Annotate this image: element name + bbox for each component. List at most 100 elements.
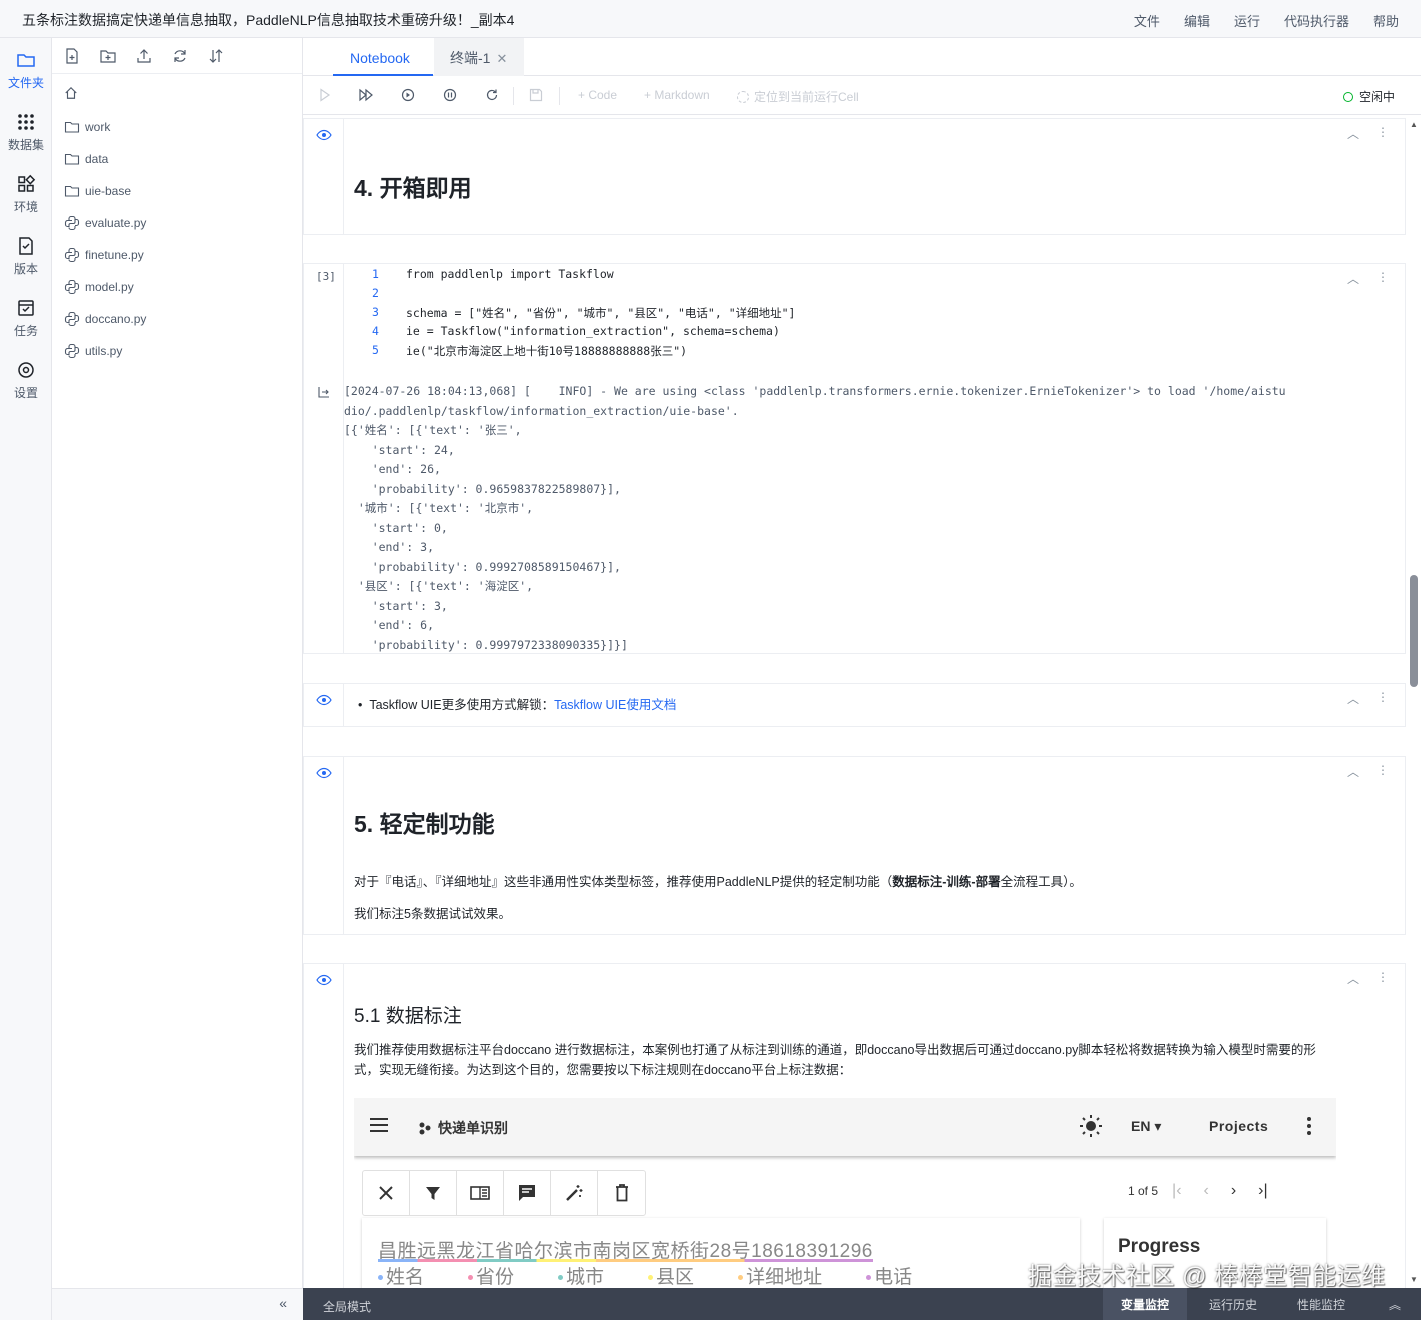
sort-icon[interactable] [208, 48, 224, 64]
scroll-down-icon[interactable]: ▼ [1410, 1275, 1418, 1284]
new-folder-icon[interactable] [100, 48, 116, 64]
execution-count: [3] [316, 270, 336, 283]
new-file-icon[interactable] [64, 48, 80, 64]
menu-run[interactable]: 运行 [1234, 11, 1260, 30]
tab-performance-monitor[interactable]: 性能监控 [1279, 1288, 1363, 1320]
docs-link[interactable]: Taskflow UIE使用文档 [554, 698, 676, 712]
menu-file[interactable]: 文件 [1134, 11, 1160, 30]
tab-terminal[interactable]: 终端-1 ✕ [434, 38, 524, 76]
collapse-panel-icon[interactable]: « [279, 1295, 287, 1311]
tab-label: Notebook [350, 50, 410, 66]
tab-variable-monitor[interactable]: 变量监控 [1103, 1288, 1188, 1320]
interrupt-icon[interactable] [443, 88, 457, 102]
comment-icon [504, 1171, 551, 1215]
section-heading: 4. 开箱即用 [354, 175, 472, 201]
annotation-card: 昌胜远黑龙江省哈尔滨市南岗区宽桥街28号18618391296 姓名 省份 城市 县区… [362, 1218, 1080, 1288]
output-line: 'end': 3, [344, 540, 435, 554]
collapse-icon[interactable]: ︿ [1347, 763, 1359, 780]
eye-icon[interactable] [316, 694, 332, 706]
notebook-scrollbar[interactable]: ▲ ▼ [1407, 116, 1421, 1288]
code-line: ie("北京市海淀区上地十街10号18888888888张三") [406, 344, 688, 358]
settings-icon [18, 362, 34, 378]
menu-kernel[interactable]: 代码执行器 [1284, 11, 1349, 30]
home-icon[interactable] [64, 86, 78, 100]
menu-help[interactable]: 帮助 [1373, 11, 1399, 30]
file-item-python[interactable]: utils.py [64, 341, 122, 361]
output-line: 'end': 26, [344, 462, 441, 476]
collapse-icon[interactable]: ︿ [1347, 125, 1359, 142]
file-item-python[interactable]: finetune.py [64, 245, 144, 265]
tab-notebook[interactable]: Notebook [333, 38, 433, 76]
save-icon[interactable] [529, 88, 543, 102]
close-icon[interactable]: ✕ [496, 51, 507, 66]
line-number: 1 [372, 267, 379, 281]
file-item-folder[interactable]: data [64, 149, 108, 169]
run-all-icon[interactable] [359, 88, 373, 102]
collapse-icon[interactable]: ︿ [1347, 970, 1359, 987]
file-item-folder[interactable]: uie-base [64, 181, 131, 201]
scrollbar-thumb[interactable] [1410, 575, 1418, 687]
locate-running-cell-button[interactable]: 定位到当前运行Cell [737, 88, 859, 105]
more-icon[interactable]: ⋮ [1377, 125, 1389, 142]
menu-edit[interactable]: 编辑 [1184, 11, 1210, 30]
toolbar-divider [513, 87, 514, 105]
file-explorer: work data uie-base evaluate.py finetune.… [52, 38, 303, 1288]
activity-folder[interactable]: 文件夹 [0, 50, 52, 91]
cell-controls: ︿ ⋮ [1347, 763, 1389, 780]
eye-icon[interactable] [316, 129, 332, 141]
add-markdown-button[interactable]: + Markdown [644, 88, 710, 102]
section-heading: 5. 轻定制功能 [354, 811, 495, 837]
run-cell-icon[interactable] [319, 88, 331, 102]
more-icon[interactable]: ⋮ [1377, 970, 1389, 987]
collapse-icon[interactable]: ︿ [1347, 270, 1359, 287]
code-cell[interactable]: [3] ︿ ⋮ 1 from paddlenlp import Taskflow 2 3… [303, 263, 1406, 654]
activity-dataset[interactable]: 数据集 [0, 112, 52, 153]
eye-icon[interactable] [316, 767, 332, 779]
output-line: 'probability': 0.9992708589150467}], [344, 559, 621, 574]
eye-icon[interactable] [316, 974, 332, 986]
tab-run-history[interactable]: 运行历史 [1191, 1288, 1275, 1320]
expand-panel-icon[interactable]: ︽ [1389, 1296, 1401, 1313]
output-line: [{'姓名': [{'text': '张三', [344, 423, 522, 437]
file-panel-footer: « [52, 1288, 303, 1320]
global-mode-button[interactable]: 全局模式 [323, 1298, 371, 1315]
output-icon [318, 387, 329, 398]
refresh-icon[interactable] [172, 48, 188, 64]
main-menu: 文件 编辑 运行 代码执行器 帮助 [1110, 11, 1399, 30]
markdown-cell[interactable]: ︿ ⋮ 5. 轻定制功能 对于『电话』、『详细地址』这些非通用性实体类型标签，推荐… [303, 756, 1406, 935]
entity-label: 县区 [648, 1262, 716, 1288]
file-item-folder[interactable]: work [64, 117, 110, 137]
file-item-python[interactable]: model.py [64, 277, 134, 297]
activity-task[interactable]: 任务 [0, 298, 52, 339]
markdown-cell[interactable]: ︿ ⋮ 4. 开箱即用 [303, 118, 1406, 235]
activity-label: 环境 [13, 200, 38, 214]
code-line: ie = Taskflow("information_extraction", … [406, 324, 780, 338]
markdown-cell[interactable]: ︿ ⋮ 5.1 数据标注 我们推荐使用数据标注平台doccano 进行数据标注，本… [303, 963, 1406, 1288]
entity-label-text: 电话 [874, 1267, 913, 1288]
cell-gutter [304, 119, 344, 234]
document-title: 五条标注数据搞定快递单信息抽取，PaddleNLP信息抽取技术重磅升级！_副本4 [22, 12, 515, 28]
more-icon[interactable]: ⋮ [1377, 690, 1389, 707]
activity-label: 文件夹 [7, 76, 44, 90]
more-icon[interactable]: ⋮ [1377, 270, 1389, 287]
collapse-icon[interactable]: ︿ [1347, 690, 1359, 707]
task-icon [18, 300, 34, 316]
markdown-cell[interactable]: ︿ ⋮ • Taskflow UIE更多使用方式解锁：Taskflow UIE使用… [303, 683, 1406, 727]
more-icon[interactable]: ⋮ [1377, 763, 1389, 780]
entity-label: 城市 [558, 1262, 626, 1288]
entity-label: 电话 [866, 1262, 934, 1288]
scroll-up-icon[interactable]: ▲ [1410, 120, 1418, 129]
run-restart-icon[interactable] [401, 88, 415, 102]
file-item-python[interactable]: evaluate.py [64, 213, 146, 233]
add-code-button[interactable]: + Code [578, 88, 617, 102]
activity-version[interactable]: 版本 [0, 236, 52, 277]
folder-icon [17, 54, 35, 67]
label-color-dot [738, 1275, 744, 1281]
activity-settings[interactable]: 设置 [0, 360, 52, 401]
file-item-python[interactable]: doccano.py [64, 309, 146, 329]
activity-environment[interactable]: 环境 [0, 174, 52, 215]
subsection-heading: 5.1 数据标注 [354, 1006, 462, 1027]
bullet-text: Taskflow UIE更多使用方式解锁： [369, 698, 555, 712]
upload-icon[interactable] [136, 48, 152, 64]
restart-icon[interactable] [485, 88, 499, 102]
